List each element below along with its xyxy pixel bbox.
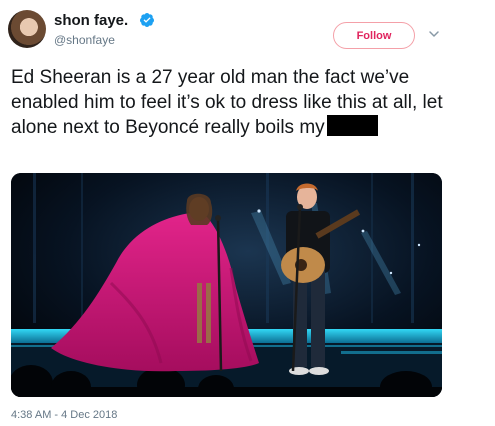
avatar[interactable] xyxy=(8,10,46,48)
tweet-header: shon faye. @shonfaye Follow xyxy=(0,0,495,64)
concert-stage-photo xyxy=(11,173,442,397)
display-name[interactable]: shon faye. xyxy=(54,12,128,29)
verified-badge-icon xyxy=(139,13,154,27)
tweet-photo[interactable] xyxy=(11,173,442,397)
tweet-card: shon faye. @shonfaye Follow Ed Sheeran i… xyxy=(0,0,495,426)
chevron-down-icon[interactable] xyxy=(428,28,440,40)
user-handle[interactable]: @shonfaye xyxy=(54,33,115,47)
tweet-text-content: Ed Sheeran is a 27 year old man the fact… xyxy=(11,67,443,138)
follow-button[interactable]: Follow xyxy=(333,22,415,49)
redaction-block xyxy=(326,115,378,136)
tweet-timestamp[interactable]: 4:38 AM - 4 Dec 2018 xyxy=(11,409,117,421)
tweet-text: Ed Sheeran is a 27 year old man the fact… xyxy=(11,66,481,141)
